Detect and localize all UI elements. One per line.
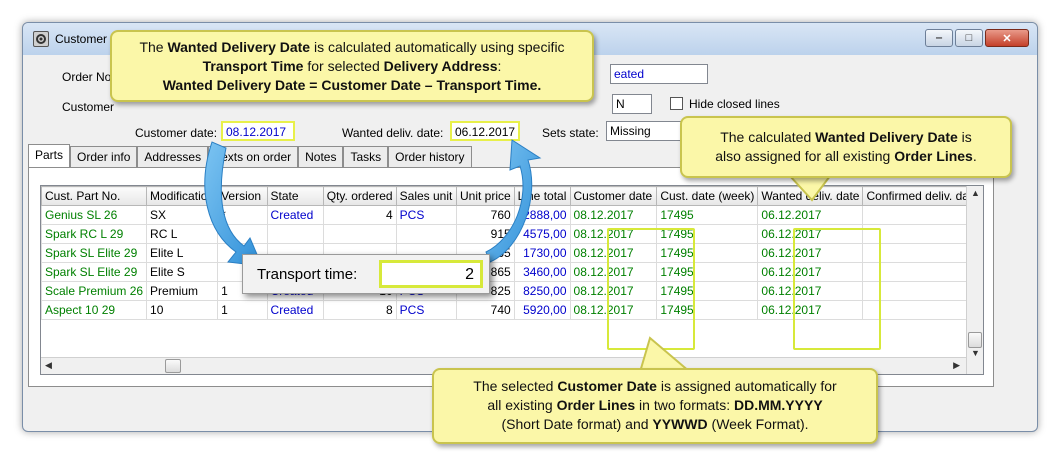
callout-text: The calculated [720,129,816,145]
callout-text: (Short Date format) and [501,416,653,432]
transport-time-field[interactable]: 2 [379,260,483,288]
top-callout: The Wanted Delivery Date is calculated a… [110,30,594,102]
callout-text: The selected [473,378,558,394]
down-arrow [204,141,263,267]
callout-text-bold: Transport Time [202,58,304,74]
transport-time-label: Transport time: [257,266,358,283]
callout-text: (Week Format). [707,416,809,432]
callout-text: also assigned for all existing [715,148,895,164]
right-callout: The calculated Wanted Delivery Date is a… [680,116,1012,178]
bottom-callout-pointer [638,336,693,373]
callout-text: : [497,58,502,74]
callout-text-bold: Wanted Delivery Date [815,129,958,145]
transport-time-popup: Transport time: 2 [242,254,490,294]
callout-text-bold: Order Lines [894,148,973,164]
callout-text: is [957,129,972,145]
callout-text: The [139,39,168,55]
up-arrow [485,139,542,263]
callout-text-bold: Wanted Delivery Date [167,39,311,55]
right-callout-pointer [787,175,832,202]
callout-text-bold: DD.MM.YYYY [733,397,823,413]
callout-text-bold: YYWWD [652,416,708,432]
callout-text: all existing [487,397,557,413]
bottom-callout: The selected Customer Date is assigned a… [432,368,878,444]
callout-text-bold: Order Lines [556,397,636,413]
callout-text: in two formats: [635,397,734,413]
callout-text-bold: Customer Date [557,378,657,394]
callout-text-bold: Delivery Address [383,58,498,74]
callout-text: is assigned automatically for [656,378,837,394]
callout-text-bold: Wanted Delivery Date = Customer Date – T… [162,77,542,93]
callout-text: is calculated automatically using specif… [310,39,565,55]
callout-text: . [972,148,977,164]
callout-text: for selected [303,58,384,74]
